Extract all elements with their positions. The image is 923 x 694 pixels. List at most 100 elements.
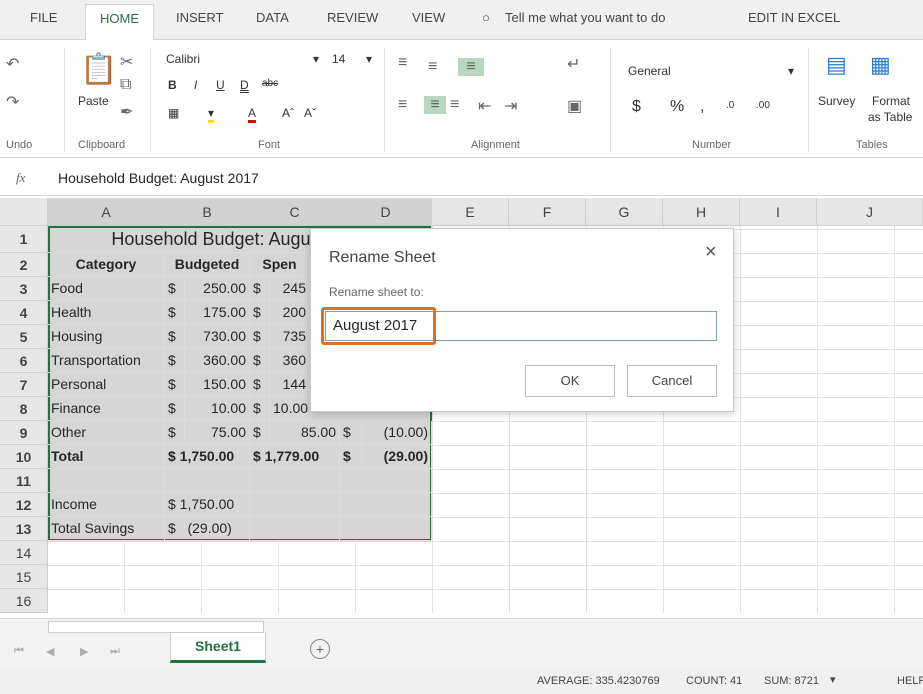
align-left-icon[interactable]: ≡	[398, 96, 407, 114]
total-budgeted-cell[interactable]: $ 1,750.00	[165, 445, 250, 469]
chevron-down-icon[interactable]: ▾	[313, 52, 319, 66]
row-header-6[interactable]: 6	[0, 349, 48, 373]
shrink-font-icon[interactable]: Aˇ	[304, 106, 316, 120]
currency-cell[interactable]: $	[165, 277, 185, 301]
header-category[interactable]: Category	[48, 253, 165, 277]
undo-icon[interactable]: ↶	[6, 54, 19, 74]
next-sheet-icon[interactable]: ▶	[80, 645, 88, 658]
tell-me-search[interactable]: Tell me what you want to do	[505, 10, 665, 25]
tab-home[interactable]: HOME	[85, 4, 154, 41]
difference-cell[interactable]: (10.00)	[362, 421, 432, 445]
row-header-14[interactable]: 14	[0, 541, 48, 565]
column-header-g[interactable]: G	[586, 198, 663, 226]
budgeted-cell[interactable]: 75.00	[185, 421, 250, 445]
column-header-f[interactable]: F	[509, 198, 586, 226]
survey-icon[interactable]: ▤	[826, 52, 847, 78]
row-header-16[interactable]: 16	[0, 589, 48, 613]
chevron-down-icon[interactable]: ▾	[788, 64, 794, 78]
number-format-select[interactable]: General	[628, 64, 671, 78]
percent-icon[interactable]: %	[670, 98, 684, 116]
category-cell[interactable]: Health	[48, 301, 165, 325]
format-as-table-label-1[interactable]: Format	[872, 94, 910, 108]
empty-cell[interactable]	[250, 517, 340, 541]
decrease-decimal-icon[interactable]: .00	[756, 100, 770, 111]
spent-cell[interactable]: 245	[270, 277, 310, 301]
empty-cell[interactable]	[165, 469, 250, 493]
currency-cell[interactable]: $	[165, 421, 185, 445]
spent-cell[interactable]: 735	[270, 325, 310, 349]
chevron-down-icon[interactable]: ▾	[830, 673, 836, 686]
budgeted-cell[interactable]: 360.00	[185, 349, 250, 373]
income-value-cell[interactable]: $ 1,750.00	[165, 493, 250, 517]
align-right-icon[interactable]: ≡	[450, 96, 459, 114]
prev-sheet-icon[interactable]: ◀	[46, 645, 54, 658]
spent-cell[interactable]: 144	[270, 373, 310, 397]
align-middle-icon[interactable]: ≡	[428, 58, 437, 76]
row-header-9[interactable]: 9	[0, 421, 48, 445]
currency-cell[interactable]: $	[165, 349, 185, 373]
currency-cell[interactable]: $	[165, 397, 185, 421]
format-table-icon[interactable]: ▦	[870, 52, 891, 78]
spent-cell[interactable]: 10.00	[270, 397, 310, 421]
currency-cell[interactable]: $	[250, 325, 270, 349]
row-header-11[interactable]: 11	[0, 469, 48, 493]
savings-value-cell[interactable]: $ (29.00)	[165, 517, 250, 541]
spent-cell[interactable]: 85.00	[270, 421, 340, 445]
format-as-table-label-2[interactable]: as Table	[868, 110, 912, 124]
currency-cell[interactable]: $	[165, 301, 185, 325]
tab-review[interactable]: REVIEW	[327, 10, 378, 25]
font-color-icon[interactable]: A	[248, 106, 257, 123]
align-center-icon[interactable]: ≡	[424, 96, 446, 114]
category-cell[interactable]: Transportation	[48, 349, 165, 373]
column-header-d[interactable]: D	[340, 198, 432, 226]
row-header-10[interactable]: 10	[0, 445, 48, 469]
cancel-button[interactable]: Cancel	[627, 365, 717, 397]
currency-cell[interactable]: $	[250, 421, 270, 445]
font-size-select[interactable]: 14	[332, 52, 345, 66]
align-top-icon[interactable]: ≡	[398, 54, 407, 72]
horizontal-scrollbar[interactable]	[48, 621, 264, 633]
paste-icon[interactable]: 📋	[80, 52, 117, 87]
cut-icon[interactable]: ✂	[120, 52, 133, 72]
close-icon[interactable]: ×	[705, 241, 717, 264]
spent-cell[interactable]: 200	[270, 301, 310, 325]
decrease-indent-icon[interactable]: ⇤	[478, 96, 491, 116]
last-sheet-icon[interactable]: ⏭	[110, 645, 120, 658]
budgeted-cell[interactable]: 730.00	[185, 325, 250, 349]
budgeted-cell[interactable]: 175.00	[185, 301, 250, 325]
italic-icon[interactable]: I	[194, 78, 197, 92]
empty-cell[interactable]	[340, 469, 432, 493]
formula-input[interactable]: Household Budget: August 2017	[58, 170, 259, 186]
tab-sheet1[interactable]: Sheet1	[170, 633, 266, 663]
currency-icon[interactable]: $	[632, 98, 641, 116]
row-header-13[interactable]: 13	[0, 517, 48, 541]
budgeted-cell[interactable]: 250.00	[185, 277, 250, 301]
row-header-15[interactable]: 15	[0, 565, 48, 589]
header-spent[interactable]: Spen	[250, 253, 310, 277]
double-underline-icon[interactable]: D	[240, 78, 249, 92]
currency-cell[interactable]: $	[250, 373, 270, 397]
tab-edit-in-excel[interactable]: EDIT IN EXCEL	[748, 10, 840, 25]
currency-cell[interactable]: $	[165, 325, 185, 349]
total-spent-cell[interactable]: $ 1,779.00	[250, 445, 340, 469]
paste-label[interactable]: Paste	[78, 94, 109, 108]
column-header-e[interactable]: E	[432, 198, 509, 226]
help-link[interactable]: HELP	[897, 675, 923, 687]
redo-icon[interactable]: ↷	[6, 92, 19, 112]
format-painter-icon[interactable]: ✒	[120, 102, 133, 122]
total-difference-cell[interactable]: (29.00)	[362, 445, 432, 469]
borders-icon[interactable]: ▦	[168, 106, 179, 120]
bold-icon[interactable]: B	[168, 78, 177, 92]
spent-cell[interactable]: 360	[270, 349, 310, 373]
header-budgeted[interactable]: Budgeted	[165, 253, 250, 277]
first-sheet-icon[interactable]: ⏮	[14, 645, 24, 658]
row-header-4[interactable]: 4	[0, 301, 48, 325]
currency-cell[interactable]: $	[250, 277, 270, 301]
row-header-12[interactable]: 12	[0, 493, 48, 517]
ok-button[interactable]: OK	[525, 365, 615, 397]
tab-file[interactable]: FILE	[30, 10, 57, 25]
income-label-cell[interactable]: Income	[48, 493, 165, 517]
align-bottom-icon[interactable]: ≡	[458, 58, 484, 76]
strikethrough-icon[interactable]: abc	[262, 78, 278, 89]
grow-font-icon[interactable]: Aˆ	[282, 106, 294, 120]
